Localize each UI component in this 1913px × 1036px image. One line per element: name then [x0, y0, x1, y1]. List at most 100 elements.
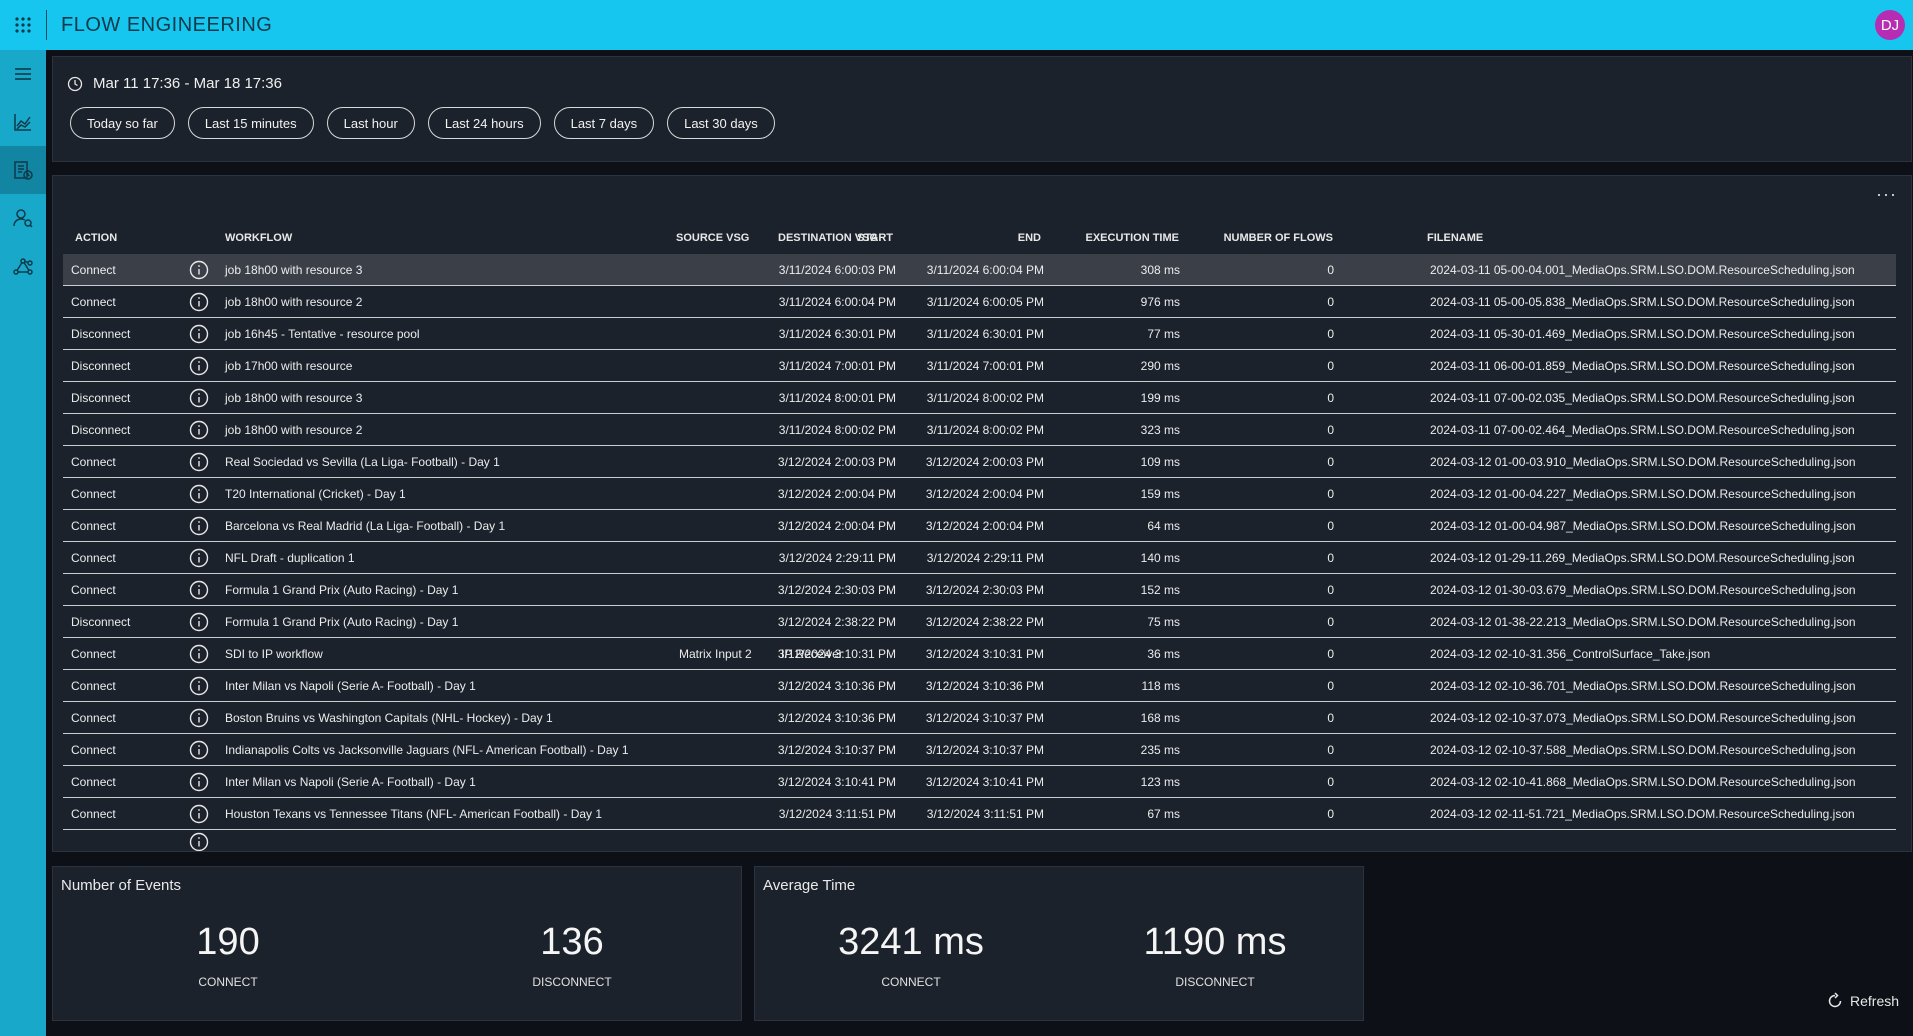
preset-last-hour-button[interactable]: Last hour: [326, 107, 415, 139]
header-source-vsg[interactable]: SOURCE VSG: [676, 232, 749, 244]
end-cell: 3/12/2024 2:00:04 PM: [925, 487, 1044, 501]
number-of-flows-cell: 0: [1327, 455, 1334, 469]
table-row[interactable]: Connect Inter Milan vs Napoli (Serie A- F…: [63, 766, 1896, 798]
info-icon[interactable]: [189, 356, 209, 376]
end-cell: 3/12/2024 3:11:51 PM: [926, 807, 1044, 821]
header-action[interactable]: ACTION: [75, 232, 117, 244]
end-cell: 3/11/2024 8:00:02 PM: [926, 391, 1044, 405]
info-icon[interactable]: [189, 832, 209, 851]
info-icon[interactable]: [189, 772, 209, 792]
info-icon[interactable]: [189, 516, 209, 536]
info-icon[interactable]: [189, 452, 209, 472]
average-time-title: Average Time: [763, 877, 856, 894]
connect-count-label: CONNECT: [198, 975, 258, 989]
start-cell: 3/11/2024 6:00:03 PM: [778, 263, 896, 277]
table-row[interactable]: Connect job 18h00 with resource 2 3/11/202…: [63, 286, 1896, 318]
number-of-flows-cell: 0: [1327, 647, 1334, 661]
start-cell: 3/11/2024 7:00:01 PM: [778, 359, 896, 373]
info-icon[interactable]: [189, 644, 209, 664]
header-start[interactable]: START: [857, 232, 893, 244]
header-filename[interactable]: FILENAME: [1427, 232, 1483, 244]
action-cell: Disconnect: [71, 327, 131, 341]
table-row[interactable]: Connect Real Sociedad vs Sevilla (La Liga…: [63, 446, 1896, 478]
table-row[interactable]: Connect T20 International (Cricket) - Day…: [63, 478, 1896, 510]
end-cell: 3/12/2024 3:10:36 PM: [925, 679, 1044, 693]
network-graph-icon: [13, 258, 33, 275]
number-of-flows-cell: 0: [1327, 263, 1334, 277]
table-row[interactable]: Disconnect job 16h45 - Tentative - resour…: [63, 318, 1896, 350]
info-icon[interactable]: [189, 292, 209, 312]
table-row[interactable]: Connect Barcelona vs Real Madrid (La Liga…: [63, 510, 1896, 542]
info-icon[interactable]: [189, 708, 209, 728]
info-icon[interactable]: [189, 324, 209, 344]
workflow-cell: Inter Milan vs Napoli (Serie A- Football…: [225, 679, 476, 693]
info-icon[interactable]: [189, 548, 209, 568]
filename-cell: 2024-03-12 02-10-41.868_MediaOps.SRM.LSO…: [1430, 775, 1856, 789]
end-cell: 3/11/2024 8:00:02 PM: [926, 423, 1044, 437]
start-cell: 3/12/2024 3:10:36 PM: [777, 679, 896, 693]
action-cell: Connect: [71, 295, 116, 309]
sidebar-item-users[interactable]: [0, 194, 46, 242]
sidebar-item-report[interactable]: [0, 146, 46, 194]
table-row[interactable]: Disconnect job 17h00 with resource 3/11/20…: [63, 350, 1896, 382]
header-number-of-flows[interactable]: NUMBER OF FLOWS: [1224, 232, 1333, 244]
start-cell: 3/12/2024 3:11:51 PM: [778, 807, 896, 821]
document-clock-icon: [14, 161, 33, 180]
table-row[interactable]: Disconnect job 18h00 with resource 2 3/11/…: [63, 414, 1896, 446]
header-workflow[interactable]: WORKFLOW: [225, 232, 292, 244]
table-body: Connect job 18h00 with resource 3 3/11/202…: [63, 254, 1896, 851]
preset-24-hours-button[interactable]: Last 24 hours: [427, 107, 541, 139]
execution-time-cell: 123 ms: [1140, 775, 1180, 789]
sidebar-item-flows[interactable]: [0, 242, 46, 290]
table-row[interactable]: Connect Houston Texans vs Tennessee Titan…: [63, 798, 1896, 830]
workflow-cell: Indianapolis Colts vs Jacksonville Jagua…: [225, 743, 629, 757]
start-cell: 3/12/2024 2:30:03 PM: [777, 583, 896, 597]
end-cell: 3/12/2024 3:10:41 PM: [925, 775, 1044, 789]
preset-7-days-button[interactable]: Last 7 days: [553, 107, 655, 139]
end-cell: 3/12/2024 3:10:37 PM: [925, 743, 1044, 757]
user-avatar[interactable]: DJ: [1875, 10, 1905, 40]
start-cell: 3/12/2024 2:38:22 PM: [777, 615, 896, 629]
time-range[interactable]: Mar 11 17:36 - Mar 18 17:36: [67, 75, 282, 92]
refresh-button[interactable]: Refresh: [1826, 992, 1899, 1010]
table-row[interactable]: Connect SDI to IP workflow Matrix Input 2I…: [63, 638, 1896, 670]
table-row[interactable]: Connect Boston Bruins vs Washington Capit…: [63, 702, 1896, 734]
info-icon[interactable]: [189, 740, 209, 760]
header-execution-time[interactable]: EXECUTION TIME: [1085, 232, 1179, 244]
start-cell: 3/11/2024 6:30:01 PM: [778, 327, 896, 341]
apps-grid-icon[interactable]: [0, 0, 46, 50]
header-end[interactable]: END: [1018, 232, 1041, 244]
preset-30-days-button[interactable]: Last 30 days: [667, 107, 775, 139]
info-icon[interactable]: [189, 420, 209, 440]
filename-cell: 2024-03-12 02-10-37.073_MediaOps.SRM.LSO…: [1430, 711, 1856, 725]
info-icon[interactable]: [189, 260, 209, 280]
table-row[interactable]: Connect Inter Milan vs Napoli (Serie A- F…: [63, 670, 1896, 702]
action-cell: Connect: [71, 775, 116, 789]
info-icon[interactable]: [189, 676, 209, 696]
info-icon[interactable]: [189, 804, 209, 824]
table-row[interactable]: Disconnect job 18h00 with resource 3 3/11/…: [63, 382, 1896, 414]
preset-today-button[interactable]: Today so far: [70, 107, 175, 139]
sidebar-item-analytics[interactable]: [0, 98, 46, 146]
info-icon[interactable]: [189, 612, 209, 632]
table-row[interactable]: Connect Indianapolis Colts vs Jacksonvill…: [63, 734, 1896, 766]
info-icon[interactable]: [189, 484, 209, 504]
execution-time-cell: 159 ms: [1140, 487, 1180, 501]
more-options-icon[interactable]: ···: [1876, 184, 1897, 205]
hamburger-icon: [15, 68, 31, 80]
user-search-icon: [13, 209, 33, 228]
sidebar-item-menu[interactable]: [0, 50, 46, 98]
table-row[interactable]: Connect NFL Draft - duplication 1 3/12/202…: [63, 542, 1896, 574]
average-time-card: Average Time 3241 ms CONNECT 1190 ms DIS…: [754, 866, 1364, 1021]
info-icon[interactable]: [189, 388, 209, 408]
table-row[interactable]: Connect Formula 1 Grand Prix (Auto Racing…: [63, 574, 1896, 606]
table-row[interactable]: Disconnect Formula 1 Grand Prix (Auto Rac…: [63, 606, 1896, 638]
end-cell: 3/12/2024 2:38:22 PM: [925, 615, 1044, 629]
workflow-cell: job 16h45 - Tentative - resource pool: [225, 327, 420, 341]
start-cell: 3/12/2024 2:00:04 PM: [777, 487, 896, 501]
workflow-cell: job 18h00 with resource 2: [225, 423, 363, 437]
info-icon[interactable]: [189, 580, 209, 600]
table-row[interactable]: Connect job 18h00 with resource 3 3/11/202…: [63, 254, 1896, 286]
filename-cell: 2024-03-12 01-38-22.213_MediaOps.SRM.LSO…: [1430, 615, 1856, 629]
preset-15-minutes-button[interactable]: Last 15 minutes: [187, 107, 314, 139]
